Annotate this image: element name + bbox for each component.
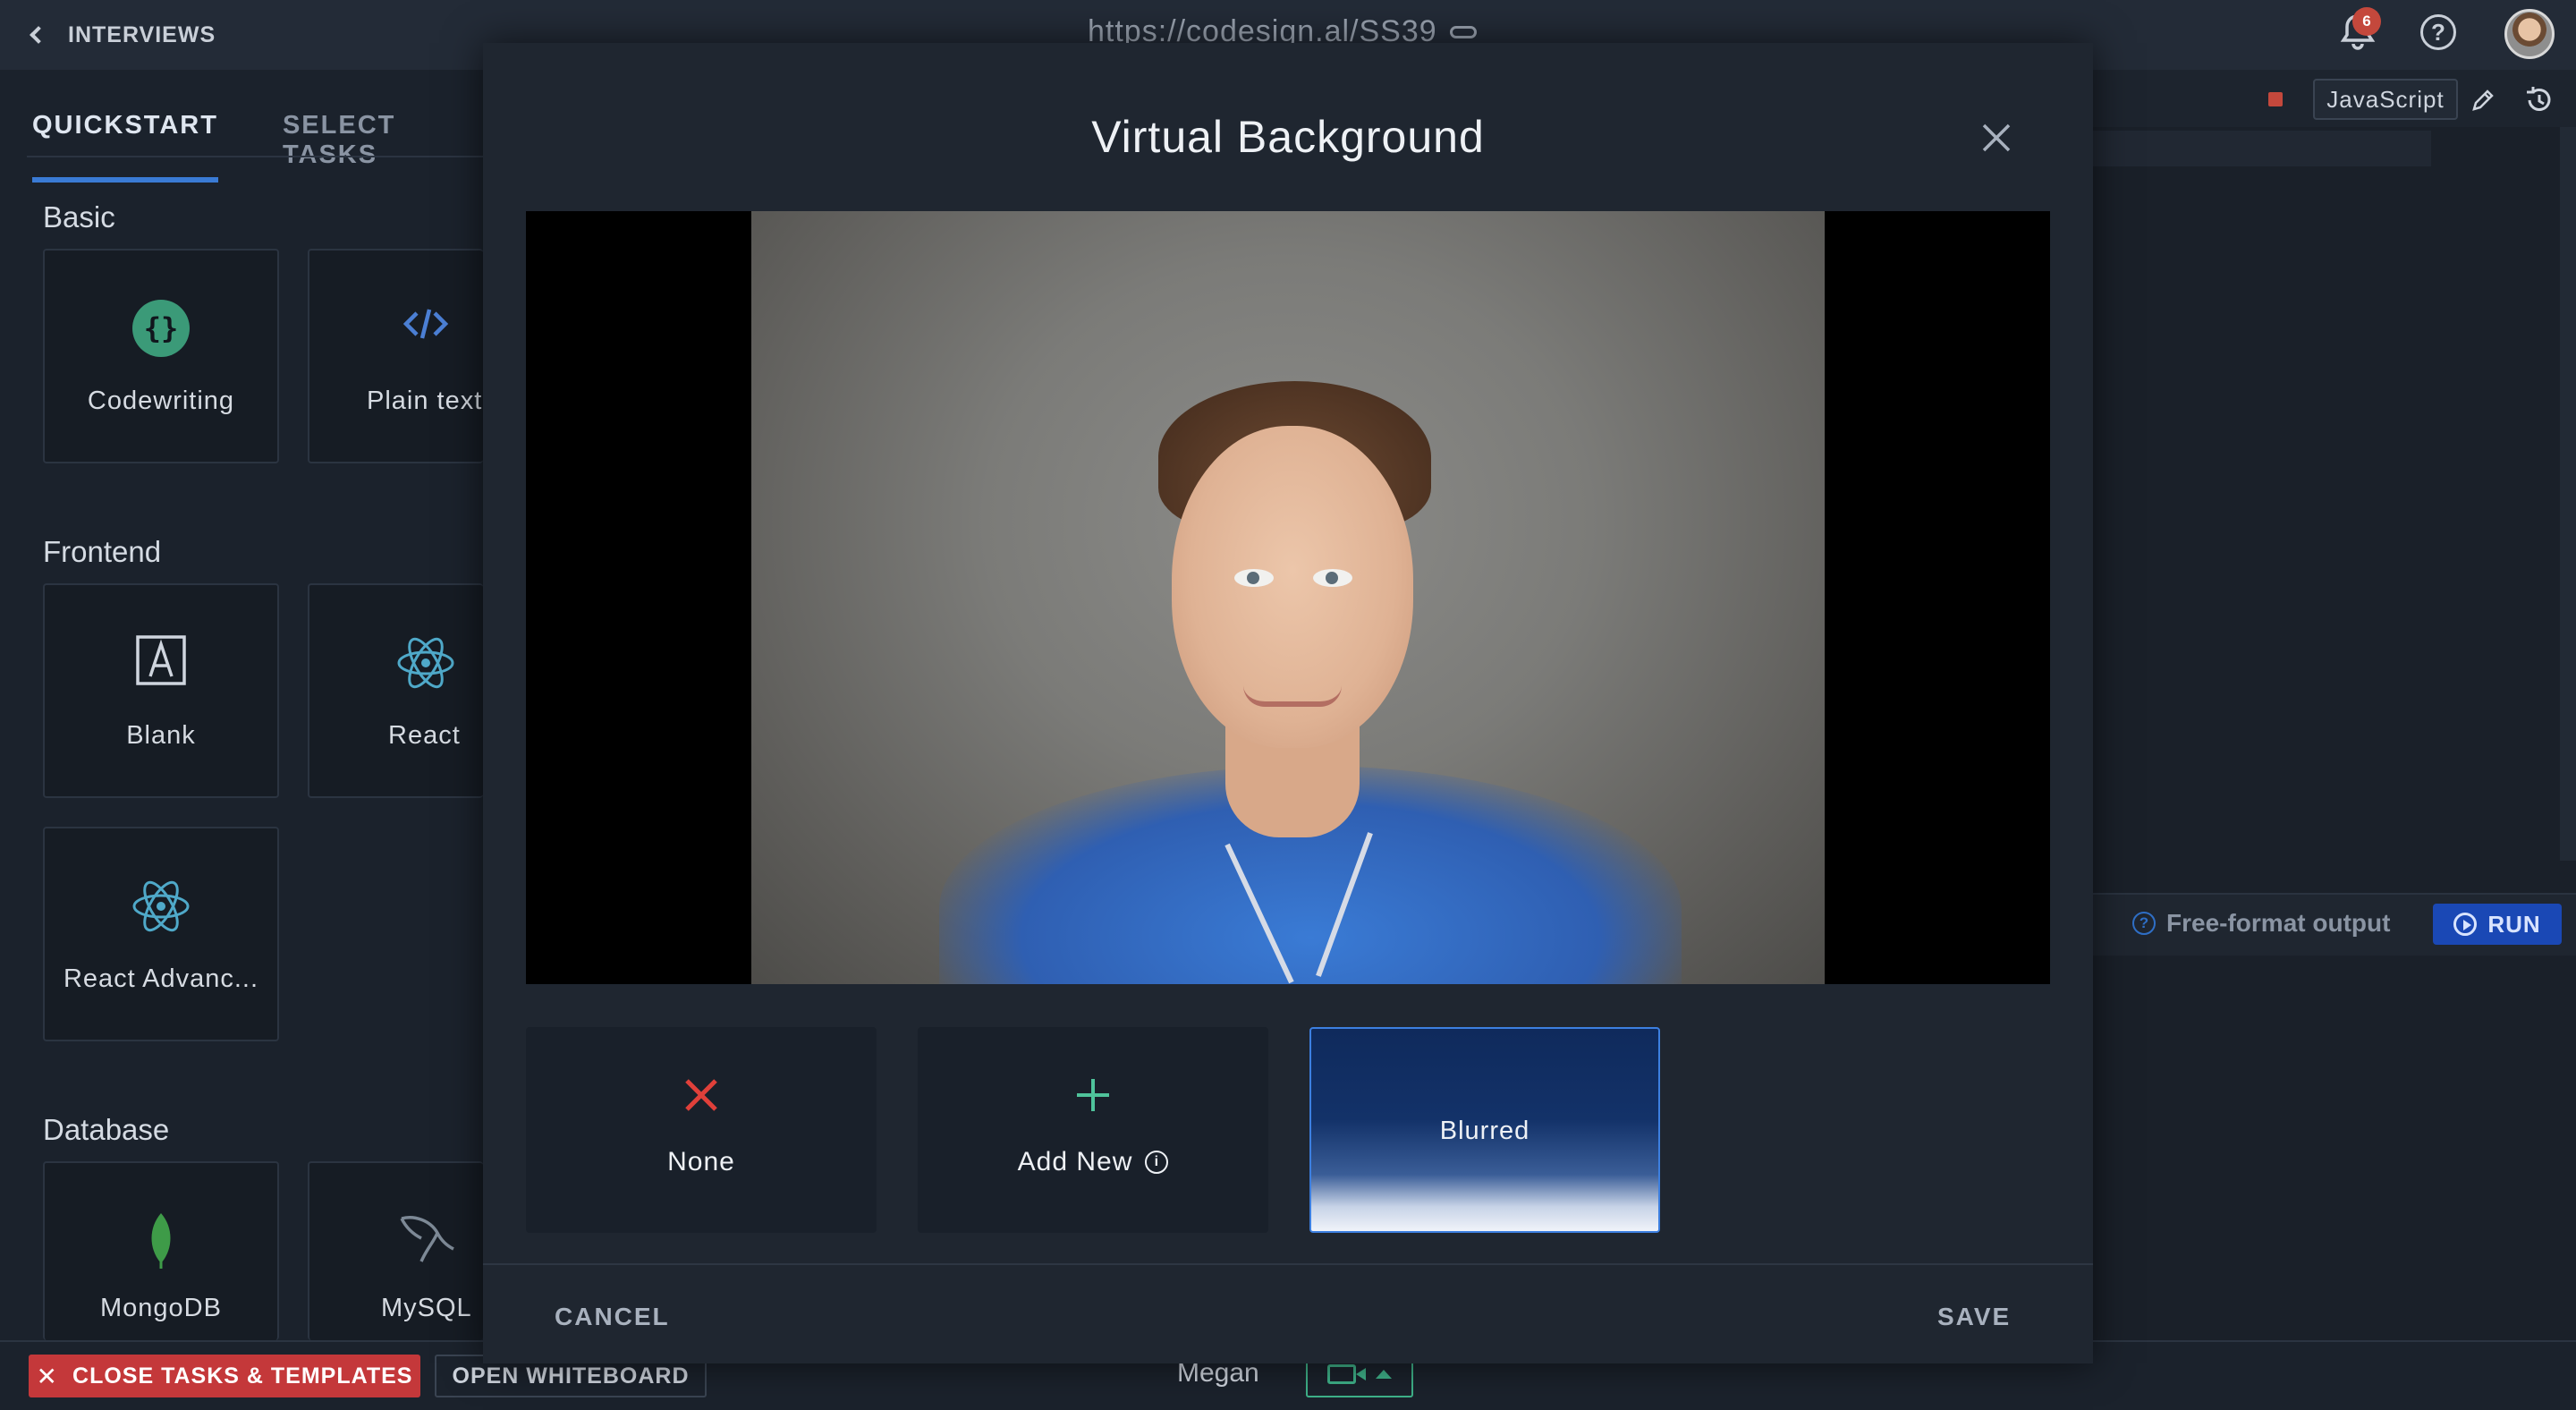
template-label: Plain text xyxy=(367,386,483,415)
mouth xyxy=(1243,685,1342,707)
back-to-interviews[interactable]: INTERVIEWS xyxy=(27,20,216,50)
close-tasks-button[interactable]: ✕ CLOSE TASKS & TEMPLATES xyxy=(29,1355,420,1397)
template-mysql[interactable]: MySQL xyxy=(308,1161,483,1340)
template-react[interactable]: React xyxy=(308,583,483,798)
output-format-label: Free-format output xyxy=(2166,909,2391,937)
tab-select-tasks[interactable]: SELECT TASKS xyxy=(283,111,483,183)
output-format[interactable]: ? Free-format output xyxy=(2132,909,2390,938)
template-label: React Advanc... xyxy=(63,964,259,993)
close-icon[interactable] xyxy=(1977,118,2016,157)
close-icon: ✕ xyxy=(36,1362,59,1390)
history-reset-icon[interactable] xyxy=(2522,84,2555,116)
template-label: MongoDB xyxy=(100,1294,222,1322)
background-option-add-new[interactable]: Add New i xyxy=(918,1027,1268,1233)
language-selector[interactable]: JavaScript xyxy=(2313,79,2458,120)
braces-icon: {} xyxy=(132,300,190,357)
section-title-frontend: Frontend xyxy=(43,535,162,568)
red-x-icon xyxy=(685,1079,717,1111)
option-label-row: Add New i xyxy=(918,1147,1268,1177)
pencil-icon[interactable] xyxy=(2470,88,2496,113)
react-atom-icon xyxy=(397,637,454,689)
virtual-background-dialog: Virtual Background None Add New i Blurre… xyxy=(483,43,2093,1363)
camera-preview-image xyxy=(751,211,1825,984)
template-label: Blank xyxy=(126,721,196,750)
section-title-basic: Basic xyxy=(43,200,115,234)
tasks-panel: QUICKSTART SELECT TASKS Basic {} Codewri… xyxy=(0,70,483,1340)
notification-badge: 6 xyxy=(2352,7,2381,36)
eye xyxy=(1313,569,1352,587)
eye xyxy=(1234,569,1274,587)
svg-text:{}: {} xyxy=(144,311,179,345)
run-button[interactable]: RUN xyxy=(2433,904,2562,945)
tab-quickstart[interactable]: QUICKSTART xyxy=(32,111,218,183)
back-label: INTERVIEWS xyxy=(68,21,216,47)
dialog-title: Virtual Background xyxy=(1091,112,1485,162)
play-circle-icon xyxy=(2453,913,2478,936)
link-icon[interactable] xyxy=(1449,25,1477,38)
save-button[interactable]: SAVE xyxy=(1937,1303,2011,1331)
help-button[interactable]: ? xyxy=(2420,14,2456,50)
background-option-none[interactable]: None xyxy=(526,1027,877,1233)
caret-up-icon[interactable] xyxy=(1376,1370,1392,1379)
option-label: Add New xyxy=(1017,1147,1133,1176)
mysql-dolphin-icon xyxy=(400,1216,454,1262)
template-label: React xyxy=(388,721,461,750)
camera-preview xyxy=(526,211,2050,984)
dialog-footer-divider xyxy=(483,1263,2093,1265)
code-editor[interactable] xyxy=(2093,127,2558,893)
template-label: Codewriting xyxy=(87,386,235,415)
user-avatar[interactable] xyxy=(2504,9,2555,59)
close-tasks-label: CLOSE TASKS & TEMPLATES xyxy=(72,1363,413,1389)
stop-icon[interactable] xyxy=(2268,92,2283,106)
template-plain-text[interactable]: Plain text xyxy=(308,249,483,463)
section-title-database: Database xyxy=(43,1113,170,1146)
template-react-advanced[interactable]: React Advanc... xyxy=(43,827,279,1041)
cancel-button[interactable]: CANCEL xyxy=(555,1303,670,1331)
question-circle-icon[interactable]: ? xyxy=(2132,912,2156,935)
plus-icon xyxy=(1077,1079,1109,1111)
template-mongodb[interactable]: MongoDB xyxy=(43,1161,279,1340)
mongodb-leaf-icon xyxy=(151,1213,171,1269)
option-label: None xyxy=(667,1147,735,1176)
chevron-left-icon xyxy=(30,26,47,44)
background-option-blurred[interactable]: Blurred xyxy=(1309,1027,1660,1233)
letter-a-box-icon xyxy=(136,635,186,685)
current-line-highlight xyxy=(2093,131,2431,166)
run-label: RUN xyxy=(2487,910,2541,938)
app-root: INTERVIEWS https://codesign.al/SS39 6 ? … xyxy=(0,0,2576,1410)
react-atom-icon xyxy=(132,880,190,932)
template-blank[interactable]: Blank xyxy=(43,583,279,798)
template-label: MySQL xyxy=(381,1294,472,1322)
option-label: Blurred xyxy=(1439,1117,1530,1145)
editor-scrollbar[interactable] xyxy=(2560,127,2576,861)
code-tag-icon xyxy=(402,309,449,339)
tab-divider xyxy=(27,156,483,157)
video-camera-icon xyxy=(1327,1364,1366,1384)
template-codewriting[interactable]: {} Codewriting xyxy=(43,249,279,463)
panel-tabs: QUICKSTART SELECT TASKS xyxy=(32,111,483,183)
info-circle-icon[interactable]: i xyxy=(1145,1151,1169,1174)
